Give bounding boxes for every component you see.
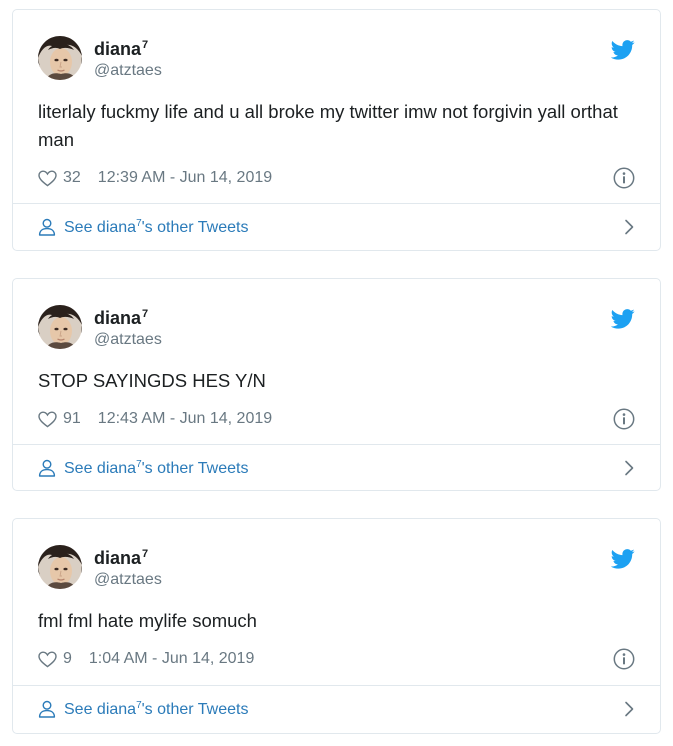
avatar[interactable] <box>38 305 82 349</box>
tweet-text: fml fml hate mylife somuch <box>38 610 257 631</box>
heart-icon[interactable] <box>38 411 57 428</box>
tweet-author[interactable]: diana7 @atztaes <box>38 545 162 589</box>
divider <box>13 685 660 686</box>
tweet-text: literlaly fuckmy life and u all broke my… <box>38 101 618 150</box>
user-handle[interactable]: @atztaes <box>94 569 162 591</box>
tweet-author[interactable]: diana7 @atztaes <box>38 36 162 80</box>
heart-icon[interactable] <box>38 170 57 187</box>
twitter-bird-icon[interactable] <box>611 309 635 329</box>
name-superscript: 7 <box>142 308 149 320</box>
tweet-timestamp[interactable]: 12:43 AM - Jun 14, 2019 <box>98 410 272 428</box>
see-other-tweets-link[interactable]: See diana7's other Tweets <box>38 456 635 480</box>
like-count[interactable]: 32 <box>63 169 81 187</box>
tweet-card[interactable]: diana7 @atztaes literlaly fuckmy life an… <box>12 9 661 251</box>
display-name[interactable]: diana7 <box>94 303 162 329</box>
name-superscript: 7 <box>142 548 149 560</box>
twitter-bird-icon[interactable] <box>611 40 635 60</box>
person-icon <box>38 700 56 718</box>
display-name[interactable]: diana7 <box>94 34 162 60</box>
info-icon[interactable] <box>613 648 635 670</box>
display-name[interactable]: diana7 <box>94 543 162 569</box>
tweet-author[interactable]: diana7 @atztaes <box>38 305 162 349</box>
user-handle[interactable]: @atztaes <box>94 60 162 82</box>
avatar[interactable] <box>38 545 82 589</box>
info-icon[interactable] <box>613 408 635 430</box>
see-other-tweets-link[interactable]: See diana7's other Tweets <box>38 215 635 239</box>
tweet-card[interactable]: diana7 @atztaes fml fml hate mylife somu… <box>12 518 661 734</box>
name-superscript: 7 <box>142 39 149 51</box>
footer-label: See diana7's other Tweets <box>64 699 249 718</box>
twitter-bird-icon[interactable] <box>611 549 635 569</box>
chevron-right-icon <box>623 701 635 717</box>
person-icon <box>38 218 56 236</box>
like-count[interactable]: 91 <box>63 410 81 428</box>
person-icon <box>38 459 56 477</box>
tweet-timestamp[interactable]: 1:04 AM - Jun 14, 2019 <box>89 650 254 668</box>
chevron-right-icon <box>623 219 635 235</box>
divider <box>13 203 660 204</box>
user-handle[interactable]: @atztaes <box>94 329 162 351</box>
footer-label: See diana7's other Tweets <box>64 217 249 236</box>
footer-label: See diana7's other Tweets <box>64 458 249 477</box>
info-icon[interactable] <box>613 167 635 189</box>
tweet-timestamp[interactable]: 12:39 AM - Jun 14, 2019 <box>98 169 272 187</box>
tweet-card[interactable]: diana7 @atztaes STOP SAYINGDS HES Y/N 91… <box>12 278 661 491</box>
chevron-right-icon <box>623 460 635 476</box>
tweet-text: STOP SAYINGDS HES Y/N <box>38 370 266 391</box>
tweet-meta: 32 12:39 AM - Jun 14, 2019 <box>38 168 272 188</box>
see-other-tweets-link[interactable]: See diana7's other Tweets <box>38 697 635 721</box>
avatar[interactable] <box>38 36 82 80</box>
divider <box>13 444 660 445</box>
tweet-meta: 9 1:04 AM - Jun 14, 2019 <box>38 649 254 669</box>
tweet-meta: 91 12:43 AM - Jun 14, 2019 <box>38 409 272 429</box>
heart-icon[interactable] <box>38 651 57 668</box>
like-count[interactable]: 9 <box>63 650 72 668</box>
